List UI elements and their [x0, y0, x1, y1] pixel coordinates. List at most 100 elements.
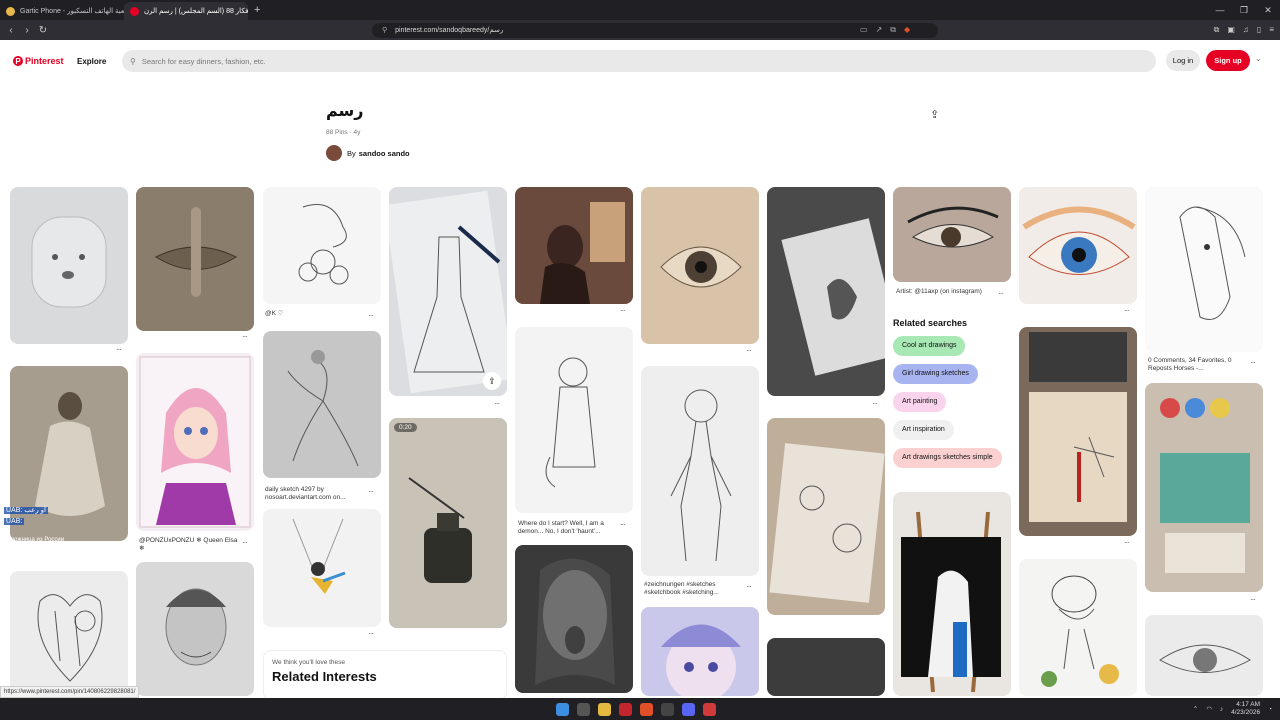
- related-chip-art-inspiration[interactable]: Art inspiration: [893, 420, 954, 440]
- more-options-icon[interactable]: ···: [1124, 538, 1130, 547]
- more-options-icon[interactable]: ···: [368, 311, 374, 320]
- terminal-icon[interactable]: [661, 702, 674, 716]
- pin-sketchbook-laptop[interactable]: [1019, 327, 1137, 536]
- more-options-icon[interactable]: ···: [746, 582, 752, 591]
- wallet-icon[interactable]: ▣: [1227, 25, 1235, 35]
- pin-easel-painting[interactable]: [893, 492, 1011, 696]
- pin-art-supplies[interactable]: [1145, 383, 1263, 592]
- more-options-icon[interactable]: ···: [1250, 595, 1256, 604]
- pinterest-logo[interactable]: P Pinterest: [13, 56, 64, 66]
- pin-anime-girl[interactable]: [641, 607, 759, 696]
- more-options-icon[interactable]: ···: [368, 629, 374, 638]
- related-chip-cool-art[interactable]: Cool art drawings: [893, 336, 966, 356]
- pin-lips-sketch[interactable]: [136, 187, 254, 331]
- pin-scream-portrait[interactable]: [515, 545, 633, 693]
- brave-shield-icon[interactable]: ◆: [904, 25, 910, 35]
- more-options-icon[interactable]: ···: [746, 346, 752, 355]
- logo-text: Pinterest: [25, 56, 64, 66]
- pin-dress-sketch[interactable]: ⇪: [389, 187, 507, 396]
- copy-icon[interactable]: ⧉: [890, 25, 896, 35]
- related-chip-art-painting[interactable]: Art painting: [893, 392, 947, 412]
- pin-bun-girl[interactable]: [1019, 559, 1137, 696]
- pin-bottom-sketch[interactable]: [767, 638, 885, 696]
- pin-sketchbook-pages[interactable]: [767, 418, 885, 615]
- share-board-icon[interactable]: ⇪: [930, 108, 939, 121]
- pin-bear-sketch[interactable]: [10, 187, 128, 344]
- more-options-icon[interactable]: ···: [998, 289, 1004, 298]
- more-options-icon[interactable]: ···: [1124, 306, 1130, 315]
- clock[interactable]: 4:17 AM 4/23/2026: [1231, 701, 1260, 717]
- signup-button[interactable]: Sign up: [1206, 50, 1250, 71]
- pin-heart-sketch[interactable]: [10, 571, 128, 696]
- overlay-line: UAB: او رعب: [4, 507, 48, 514]
- related-searches: Related searches Cool art drawings Girl …: [893, 318, 1002, 476]
- tab-gartic[interactable]: Gartic Phone - لعبة الهاتف التسكبور: [0, 2, 124, 20]
- notification-icon[interactable]: ◔: [1268, 706, 1272, 713]
- minimize-icon[interactable]: —: [1208, 5, 1232, 16]
- maximize-icon[interactable]: ❐: [1232, 5, 1256, 16]
- app-icon[interactable]: [619, 702, 632, 716]
- forward-icon[interactable]: ›: [19, 25, 35, 36]
- pin-face-sketches[interactable]: [767, 187, 885, 396]
- pin-horse-sketch[interactable]: [1145, 187, 1263, 352]
- pin-eye-wing[interactable]: [893, 187, 1011, 282]
- close-window-icon[interactable]: ✕: [1256, 5, 1280, 16]
- media-icon[interactable]: ♫: [1243, 25, 1249, 35]
- related-chip-sketches-simple[interactable]: Art drawings sketches simple: [893, 448, 1002, 468]
- start-icon[interactable]: [556, 702, 569, 716]
- explore-link[interactable]: Explore: [77, 57, 106, 66]
- pin-eye-sketch[interactable]: [641, 187, 759, 344]
- avatar[interactable]: [326, 145, 342, 161]
- login-button[interactable]: Log in: [1166, 50, 1200, 71]
- related-chip-girl-drawing[interactable]: Girl drawing sketches: [893, 364, 978, 384]
- discord-icon[interactable]: [682, 702, 695, 716]
- search-icon: ⚲: [130, 56, 136, 66]
- more-options-icon[interactable]: ···: [242, 332, 248, 341]
- author-name[interactable]: sandoo sando: [359, 149, 410, 158]
- sidebar-icon[interactable]: ▯: [1257, 25, 1261, 35]
- more-options-icon[interactable]: ···: [368, 487, 374, 496]
- pin-portrait-man[interactable]: [136, 562, 254, 696]
- pin-dancer-sketch[interactable]: [263, 331, 381, 478]
- more-options-icon[interactable]: ···: [116, 345, 122, 354]
- board-byline[interactable]: By sandoo sando: [326, 145, 410, 161]
- more-options-icon[interactable]: ···: [620, 520, 626, 529]
- extensions-icon[interactable]: ⧉: [1214, 25, 1220, 35]
- search-taskbar-icon[interactable]: [577, 702, 590, 716]
- share-icon[interactable]: ↗: [876, 25, 883, 35]
- search-input[interactable]: ⚲ Search for easy dinners, fashion, etc.: [122, 50, 1156, 72]
- pin-flowerhead-sketch[interactable]: [641, 366, 759, 576]
- pin-caption: Artist: @11axp (on instagram): [896, 288, 982, 295]
- pin-colorful-eye[interactable]: [1019, 187, 1137, 304]
- pin-ink-video[interactable]: 0:20: [389, 418, 507, 628]
- site-info-icon[interactable]: ⚲: [382, 26, 387, 34]
- pin-painting-girl[interactable]: [515, 187, 633, 304]
- new-tab-icon[interactable]: +: [254, 4, 260, 16]
- menu-icon[interactable]: ≡: [1269, 25, 1274, 35]
- pin-child-sketch[interactable]: [515, 327, 633, 513]
- tab-pinterest[interactable]: أفكار 88 (السم المجلس) | رسم الرن... ✕: [124, 2, 248, 20]
- volume-icon[interactable]: ♪: [1220, 706, 1223, 713]
- more-options-icon[interactable]: ···: [242, 538, 248, 547]
- file-explorer-icon[interactable]: [598, 702, 611, 716]
- screen-icon[interactable]: ▭: [860, 25, 868, 35]
- brave-icon[interactable]: [640, 702, 653, 716]
- more-options-icon[interactable]: ···: [872, 399, 878, 408]
- more-options-icon[interactable]: ···: [620, 306, 626, 315]
- more-options-icon[interactable]: ···: [1250, 358, 1256, 367]
- tray-chevron-icon[interactable]: ⌃: [1193, 705, 1198, 713]
- obs-icon[interactable]: [703, 702, 716, 716]
- url-field[interactable]: ⚲ pinterest.com/sandoqbareedy/رسم: [372, 22, 938, 38]
- tab-label: أفكار 88 (السم المجلس) | رسم الرن...: [144, 8, 248, 15]
- pin-share-icon[interactable]: ⇪: [483, 372, 501, 390]
- more-options-icon[interactable]: ···: [494, 399, 500, 408]
- pin-eye-closeup[interactable]: [1145, 615, 1263, 696]
- chevron-down-icon[interactable]: ⌄: [1255, 54, 1262, 63]
- pinterest-header: P Pinterest Explore ⚲ Search for easy di…: [0, 40, 1280, 82]
- network-icon[interactable]: ◠: [1206, 705, 1212, 713]
- reload-icon[interactable]: ↻: [35, 25, 51, 36]
- pin-swing-girl[interactable]: [263, 509, 381, 627]
- pin-elsa-drawing[interactable]: [136, 353, 254, 531]
- pin-flowers-sketch[interactable]: [263, 187, 381, 304]
- back-icon[interactable]: ‹: [3, 25, 19, 36]
